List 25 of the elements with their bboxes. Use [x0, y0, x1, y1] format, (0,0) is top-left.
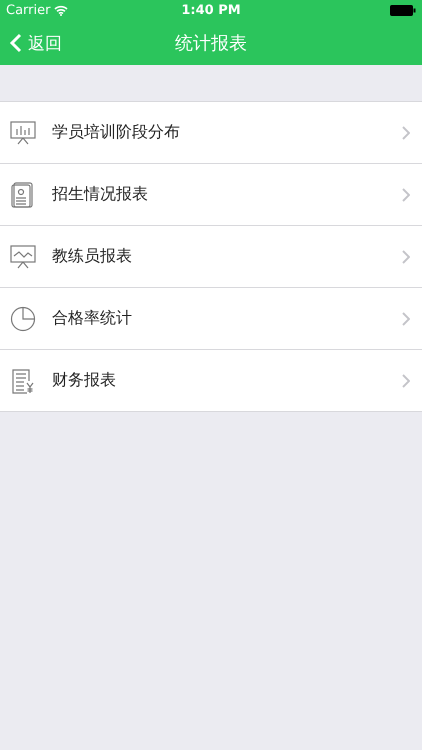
bar-chart-board-icon [10, 120, 36, 146]
item-label: 合格率统计 [52, 308, 133, 329]
page-title: 统计报表 [175, 32, 247, 55]
item-label: 教练员报表 [52, 246, 133, 267]
line-chart-board-icon [10, 244, 36, 270]
status-time: 1:40 PM [181, 3, 241, 18]
report-list-item[interactable]: 学员培训阶段分布 [0, 102, 422, 164]
report-list-item[interactable]: 招生情况报表 [0, 164, 422, 226]
report-list-item[interactable]: 合格率统计 [0, 288, 422, 350]
wifi-icon [54, 5, 68, 16]
item-label: 学员培训阶段分布 [52, 122, 181, 143]
carrier-name: Carrier [6, 3, 50, 18]
report-list-item[interactable]: 教练员报表 [0, 226, 422, 288]
chevron-right-icon [402, 126, 410, 140]
back-chevron-icon [10, 33, 22, 53]
chevron-right-icon [402, 250, 410, 264]
item-label: 招生情况报表 [52, 184, 149, 205]
chevron-right-icon [402, 312, 410, 326]
invoice-icon [10, 368, 36, 394]
battery-icon [390, 5, 416, 16]
chevron-right-icon [402, 188, 410, 202]
chevron-right-icon [402, 374, 410, 388]
pie-chart-icon [10, 306, 36, 332]
report-list-item[interactable]: 财务报表 [0, 350, 422, 412]
item-label: 财务报表 [52, 370, 117, 391]
